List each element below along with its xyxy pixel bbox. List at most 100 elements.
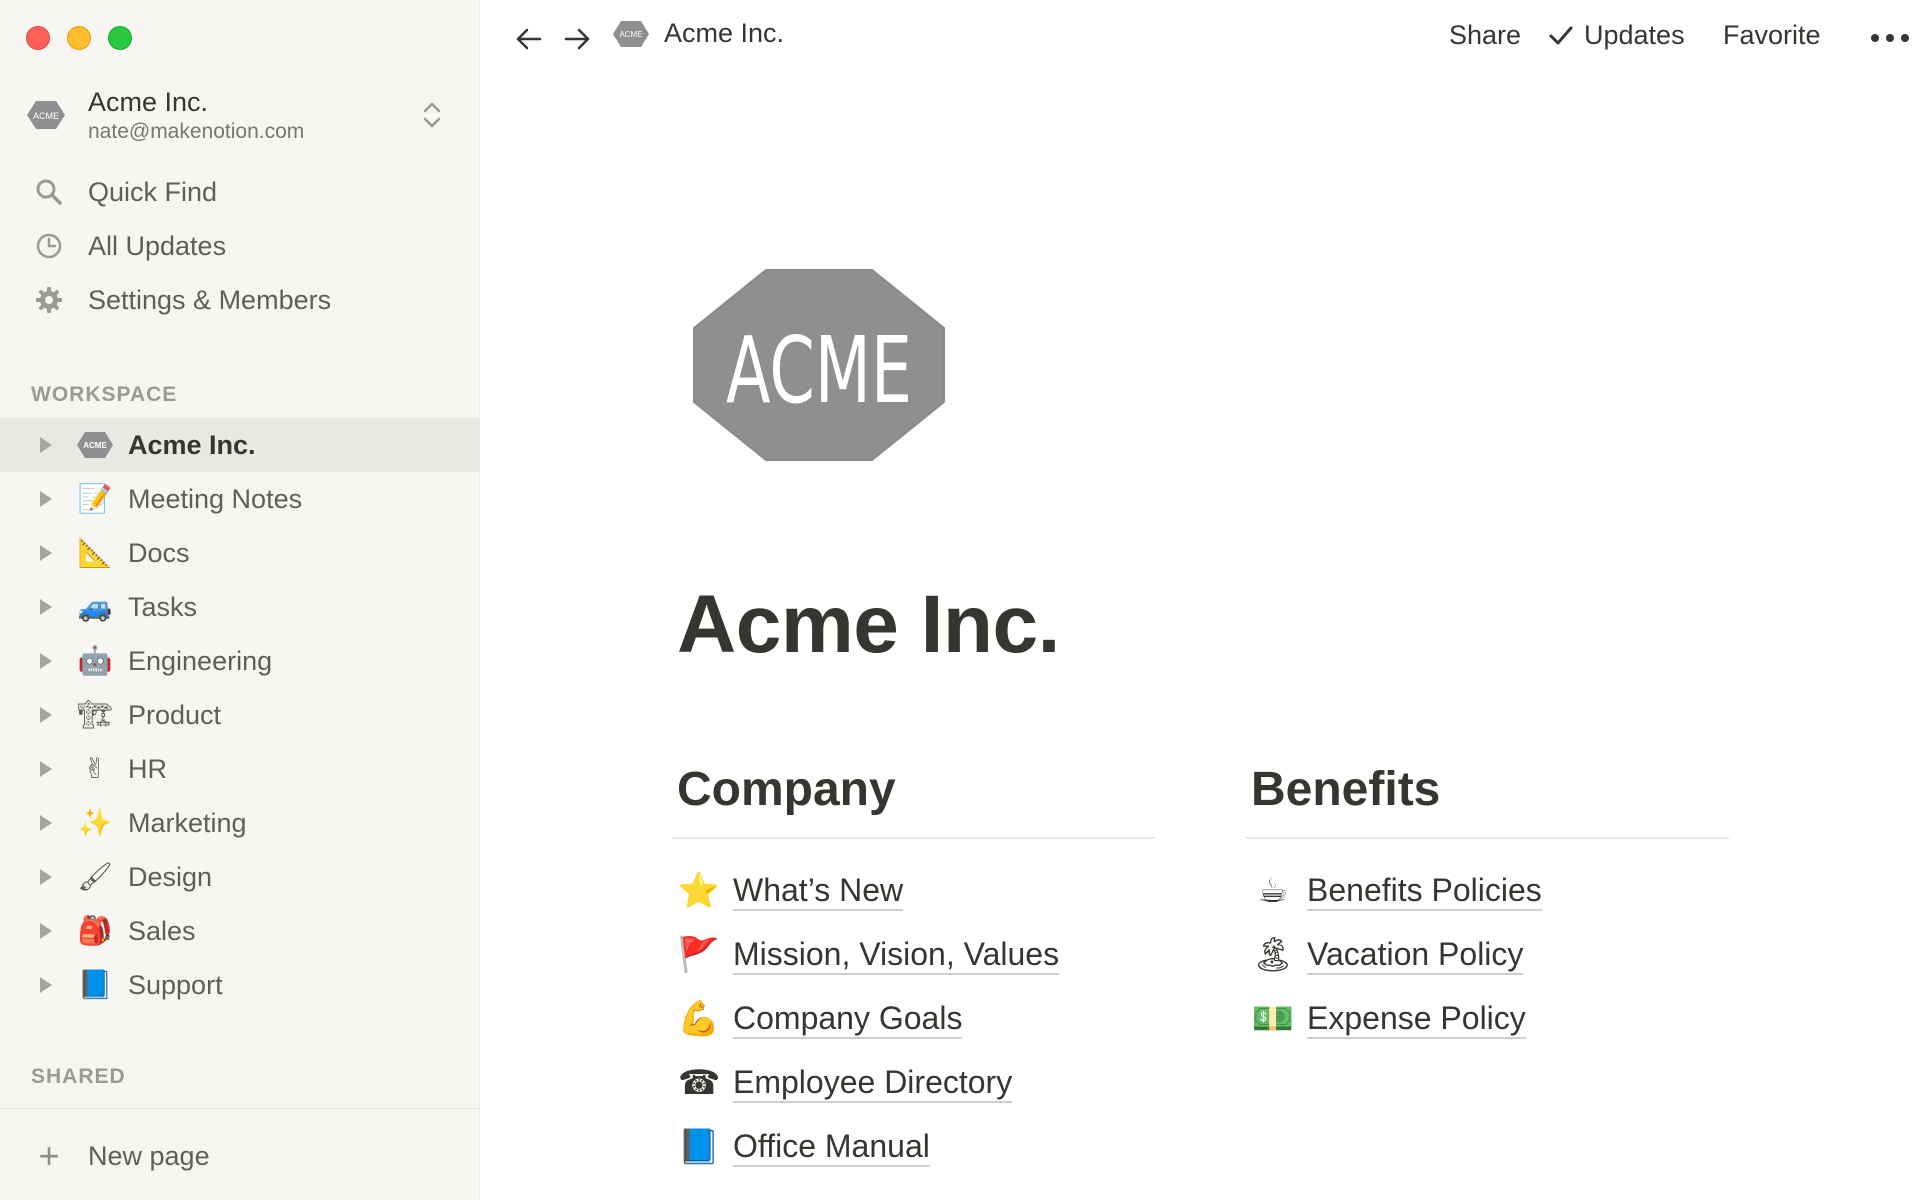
sidebar-item-acme-inc[interactable]: ACME Acme Inc. <box>0 418 480 472</box>
red-flag-icon: 🚩 <box>677 935 721 975</box>
more-options-button[interactable] <box>1860 20 1920 56</box>
expand-toggle-icon[interactable] <box>40 869 52 885</box>
divider <box>672 837 1155 839</box>
sidebar-item-marketing[interactable]: ✨ Marketing <box>0 796 480 850</box>
sidebar-item-label: Engineering <box>128 645 273 676</box>
expand-toggle-icon[interactable] <box>40 599 52 615</box>
flexed-biceps-icon: 💪 <box>677 999 721 1039</box>
page-title[interactable]: Acme Inc. <box>677 578 1060 672</box>
page-content: ACME Acme Inc. Company ⭐ What’s New 🚩 Mi… <box>480 78 1920 1200</box>
share-button[interactable]: Share <box>1449 20 1521 51</box>
expand-toggle-icon[interactable] <box>40 491 52 507</box>
sidebar-item-meeting-notes[interactable]: 📝 Meeting Notes <box>0 472 480 526</box>
close-window-button[interactable] <box>26 26 50 50</box>
victory-hand-icon: ✌ <box>83 752 107 785</box>
chevron-up-down-icon <box>423 102 441 128</box>
sparkles-icon: ✨ <box>77 806 113 839</box>
sidebar-item-label: Docs <box>128 537 190 568</box>
expand-toggle-icon[interactable] <box>40 977 52 993</box>
quick-links: Quick Find All Updates Settings & Member… <box>0 165 480 327</box>
memo-icon: 📝 <box>77 482 113 515</box>
back-arrow-icon[interactable] <box>512 22 546 56</box>
link-mission-vision-values[interactable]: 🚩 Mission, Vision, Values <box>672 923 1155 987</box>
acme-logo-icon: ACME <box>613 20 649 47</box>
sidebar-item-engineering[interactable]: 🤖 Engineering <box>0 634 480 688</box>
settings-members-label: Settings & Members <box>88 284 332 315</box>
expand-toggle-icon[interactable] <box>40 707 52 723</box>
triangular-ruler-icon: 📐 <box>77 536 113 569</box>
new-page-label: New page <box>88 1140 210 1171</box>
link-company-goals[interactable]: 💪 Company Goals <box>672 987 1155 1051</box>
sidebar-item-label: Marketing <box>128 807 247 838</box>
new-page-button[interactable]: + New page <box>34 1131 210 1181</box>
blue-book-icon: 📘 <box>77 968 113 1001</box>
workspace-pages: ACME Acme Inc. 📝 Meeting Notes 📐 Docs 🚙 … <box>0 418 480 1012</box>
sidebar-item-docs[interactable]: 📐 Docs <box>0 526 480 580</box>
clock-icon <box>34 231 64 261</box>
forward-arrow-icon[interactable] <box>560 22 594 56</box>
updates-button[interactable]: Updates <box>1548 20 1685 51</box>
link-whats-new[interactable]: ⭐ What’s New <box>672 859 1155 923</box>
link-office-manual[interactable]: 📘 Office Manual <box>672 1115 1155 1179</box>
link-expense-policy[interactable]: 💵 Expense Policy <box>1246 987 1729 1051</box>
sidebar-item-label: Acme Inc. <box>128 429 256 460</box>
all-updates-label: All Updates <box>88 230 227 261</box>
checkmark-icon <box>1549 26 1573 44</box>
expand-toggle-icon[interactable] <box>40 653 52 669</box>
acme-logo-icon: ACME <box>27 101 65 129</box>
gear-icon <box>34 285 64 315</box>
logo-text: ACME <box>619 30 642 39</box>
link-vacation-policy[interactable]: 🏝 Vacation Policy <box>1246 923 1729 987</box>
company-heading[interactable]: Company <box>672 758 1155 822</box>
sidebar-divider <box>0 1108 480 1109</box>
sidebar-item-hr[interactable]: ✌ HR <box>0 742 480 796</box>
workspace-email: nate@makenotion.com <box>88 120 305 143</box>
favorite-button[interactable]: Favorite <box>1723 20 1821 51</box>
desert-island-icon: 🏝 <box>1251 935 1295 975</box>
sidebar-item-label: Design <box>128 861 213 892</box>
sidebar-item-label: Tasks <box>128 591 198 622</box>
minimize-window-button[interactable] <box>67 26 91 50</box>
benefits-heading[interactable]: Benefits <box>1246 758 1729 822</box>
telephone-icon: ☎ <box>677 1063 721 1103</box>
dollar-banknote-icon: 💵 <box>1251 999 1295 1039</box>
acme-logo-icon: ACME <box>76 426 114 464</box>
sidebar-item-design[interactable]: 🖌 Design <box>0 850 480 904</box>
sidebar-item-product[interactable]: 🏗 Product <box>0 688 480 742</box>
star-icon: ⭐ <box>677 871 721 911</box>
quick-find-button[interactable]: Quick Find <box>0 165 480 219</box>
expand-toggle-icon[interactable] <box>40 923 52 939</box>
sidebar-item-label: Product <box>128 699 222 730</box>
plus-icon: + <box>38 1135 60 1176</box>
link-label: Vacation Policy <box>1307 935 1524 975</box>
expand-toggle-icon[interactable] <box>40 815 52 831</box>
zoom-window-button[interactable] <box>108 26 132 50</box>
link-label: Office Manual <box>733 1127 930 1167</box>
window-controls <box>26 26 132 50</box>
link-benefits-policies[interactable]: ☕ Benefits Policies <box>1246 859 1729 923</box>
expand-toggle-icon[interactable] <box>40 761 52 777</box>
sidebar-item-label: Meeting Notes <box>128 483 303 514</box>
sidebar-item-sales[interactable]: 🎒 Sales <box>0 904 480 958</box>
expand-toggle-icon[interactable] <box>40 545 52 561</box>
link-employee-directory[interactable]: ☎ Employee Directory <box>672 1051 1155 1115</box>
search-icon <box>34 177 64 207</box>
breadcrumb[interactable]: ACME Acme Inc. <box>612 18 784 49</box>
sidebar-item-label: Support <box>128 969 223 1000</box>
workspace-name: Acme Inc. <box>88 87 209 117</box>
sidebar-item-support[interactable]: 📘 Support <box>0 958 480 1012</box>
topbar: ACME Acme Inc. Share Updates Favorite <box>480 0 1920 78</box>
car-icon: 🚙 <box>77 590 113 623</box>
sidebar-item-tasks[interactable]: 🚙 Tasks <box>0 580 480 634</box>
workspace-info: Acme Inc. nate@makenotion.com <box>88 85 304 145</box>
page-icon-acme-logo[interactable]: ACME <box>692 268 946 462</box>
settings-members-button[interactable]: Settings & Members <box>0 273 480 327</box>
all-updates-button[interactable]: All Updates <box>0 219 480 273</box>
logo-text: ACME <box>33 111 59 121</box>
shared-section-label: SHARED <box>31 1065 126 1088</box>
paintbrush-icon: 🖌 <box>77 860 113 893</box>
expand-toggle-icon[interactable] <box>40 437 52 453</box>
construction-crane-icon: 🏗 <box>77 698 113 731</box>
more-dots-icon <box>1871 34 1909 42</box>
workspace-switcher[interactable]: ACME Acme Inc. nate@makenotion.com <box>26 80 456 150</box>
